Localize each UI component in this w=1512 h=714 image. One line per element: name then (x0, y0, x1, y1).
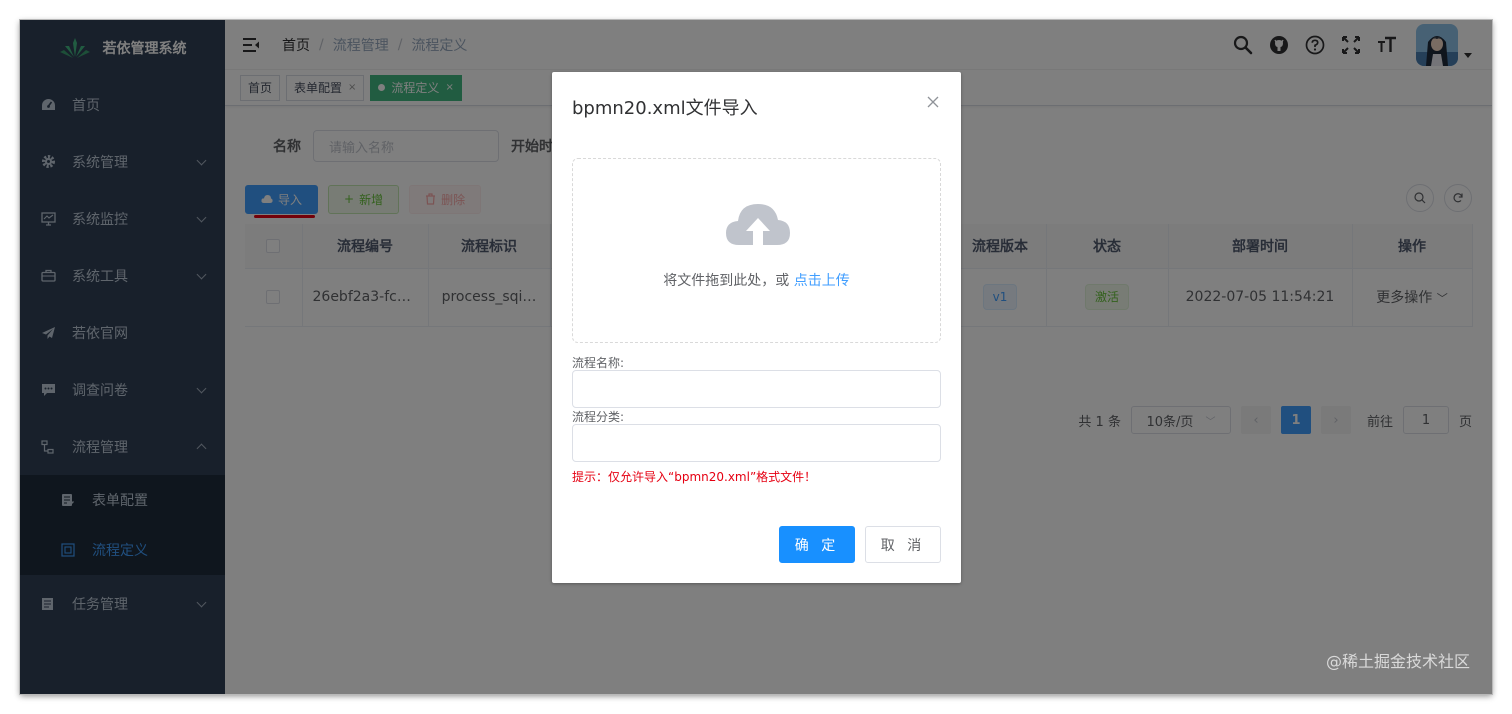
process-category-label: 流程分类: (572, 410, 625, 424)
upload-cloud-icon (726, 204, 790, 245)
close-icon[interactable] (927, 96, 939, 108)
watermark: @稀土掘金技术社区 (1325, 652, 1470, 671)
drop-hint: 将文件拖到此处，或 (663, 273, 790, 289)
process-category-input[interactable] (572, 424, 941, 462)
import-dialog: bpmn20.xml文件导入 将文件拖到此处，或 点击上传 流程名称: 流程分类… (552, 72, 961, 583)
app-window: 若依管理系统 首页 系统管理 系统监控 系统工具 (20, 20, 1492, 694)
upload-dropzone[interactable]: 将文件拖到此处，或 点击上传 (572, 158, 941, 343)
dialog-title: bpmn20.xml文件导入 (572, 98, 758, 119)
confirm-button[interactable]: 确 定 (779, 526, 855, 563)
import-tip: 提示：仅允许导入“bpmn20.xml”格式文件！ (572, 470, 817, 484)
cancel-button[interactable]: 取 消 (865, 526, 941, 563)
dropzone-text: 将文件拖到此处，或 点击上传 (573, 270, 940, 290)
process-name-label: 流程名称: (572, 356, 625, 370)
process-name-input[interactable] (572, 370, 941, 408)
click-upload-link[interactable]: 点击上传 (794, 273, 850, 289)
